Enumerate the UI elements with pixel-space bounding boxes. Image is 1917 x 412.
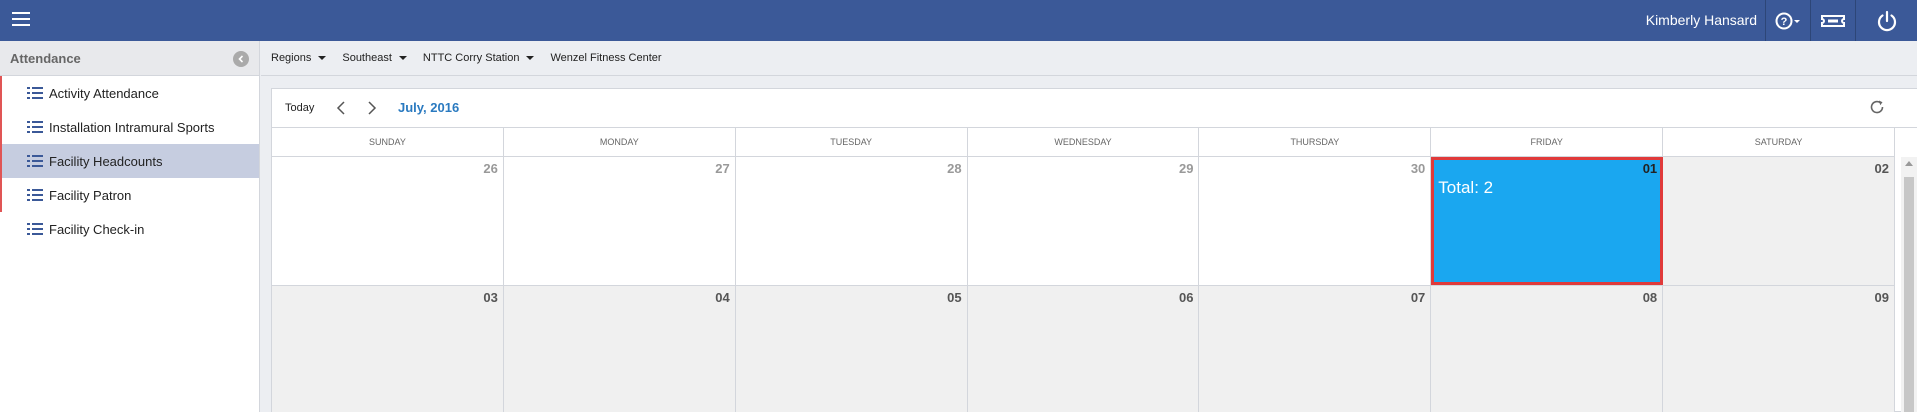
calendar-day[interactable]: 04 [503, 286, 736, 412]
list-icon [27, 223, 43, 235]
chevron-left-icon [238, 55, 244, 63]
breadcrumb-label: Regions [271, 52, 312, 64]
dow-thursday: THURSDAY [1199, 128, 1432, 157]
day-number: 05 [947, 290, 962, 305]
today-button[interactable]: Today [285, 102, 314, 114]
collapse-sidebar-button[interactable] [233, 51, 249, 67]
sidebar-item-label: Facility Check-in [49, 221, 145, 237]
breadcrumb-nttc-corry-station[interactable]: NTTC Corry Station [423, 52, 535, 64]
calendar-toolbar: Today July, 2016 [272, 89, 1917, 128]
sidebar-item-label: Facility Headcounts [49, 153, 163, 169]
sidebar-item-facility-headcounts[interactable]: Facility Headcounts [0, 144, 259, 178]
chevron-right-icon[interactable] [364, 100, 378, 116]
calendar-week: 03 04 05 06 07 08 09 [272, 286, 1896, 412]
list-icon [27, 87, 43, 99]
day-number: 02 [1874, 161, 1890, 176]
dow-friday: FRIDAY [1431, 128, 1664, 157]
menu-icon[interactable] [12, 12, 30, 27]
ticket-button[interactable] [1811, 0, 1855, 41]
caret-down-icon [318, 56, 327, 60]
calendar-day[interactable]: 08 [1431, 286, 1664, 412]
refresh-icon[interactable] [1869, 99, 1885, 115]
sidebar-nav: Activity Attendance Installation Intramu… [0, 76, 259, 246]
day-number: 27 [715, 161, 730, 176]
vertical-scrollbar[interactable] [1901, 157, 1917, 412]
calendar-panel: Today July, 2016 SUNDAY MONDAY TUESDAY W… [271, 88, 1917, 412]
logout-button[interactable] [1856, 0, 1917, 41]
day-number: 30 [1410, 161, 1426, 176]
day-number: 26 [483, 161, 498, 176]
scroll-up-icon[interactable] [1905, 161, 1913, 166]
day-number: 03 [483, 290, 498, 305]
sidebar-item-installation-intramural-sports[interactable]: Installation Intramural Sports [0, 110, 259, 144]
chevron-left-icon[interactable] [335, 100, 349, 116]
sidebar-item-activity-attendance[interactable]: Activity Attendance [0, 76, 259, 110]
scrollbar-thumb[interactable] [1904, 177, 1914, 412]
calendar-day-selected[interactable]: 01 Total: 2 [1431, 157, 1664, 285]
ticket-icon [1821, 14, 1845, 27]
dow-sunday: SUNDAY [272, 128, 504, 157]
calendar-week: 26 27 28 29 30 01 Total: 2 02 [272, 157, 1896, 286]
user-name[interactable]: Kimberly Hansard [1646, 0, 1757, 41]
month-label: July, 2016 [398, 100, 460, 115]
sidebar-item-label: Facility Patron [49, 187, 132, 203]
caret-down-icon [398, 56, 407, 60]
dow-tuesday: TUESDAY [736, 128, 968, 157]
breadcrumb-wenzel-fitness-center[interactable]: Wenzel Fitness Center [550, 52, 661, 64]
list-icon [27, 155, 43, 167]
calendar-day[interactable]: 27 [503, 157, 736, 285]
breadcrumb-southeast[interactable]: Southeast [342, 52, 407, 64]
dow-wednesday: WEDNESDAY [968, 128, 1200, 157]
sidebar-header: Attendance [0, 41, 259, 76]
breadcrumb: Regions Southeast NTTC Corry Station Wen… [261, 41, 1917, 76]
sidebar: Attendance Activity Attendance Installat… [0, 41, 260, 412]
help-icon: ? [1775, 12, 1800, 29]
day-number: 08 [1642, 290, 1658, 305]
calendar-day[interactable]: 30 [1199, 157, 1432, 285]
day-of-week-header: SUNDAY MONDAY TUESDAY WEDNESDAY THURSDAY… [272, 128, 1896, 157]
sidebar-item-label: Activity Attendance [49, 85, 159, 101]
headcount-total: Total: 2 [1438, 178, 1494, 197]
day-number: 04 [715, 290, 730, 305]
top-bar: Kimberly Hansard ? [0, 0, 1917, 41]
day-number: 09 [1874, 290, 1890, 305]
calendar-day[interactable]: 06 [967, 286, 1200, 412]
sidebar-item-facility-check-in[interactable]: Facility Check-in [0, 212, 259, 246]
breadcrumb-label: Wenzel Fitness Center [550, 52, 662, 64]
breadcrumb-label: NTTC Corry Station [422, 52, 520, 64]
calendar-day[interactable]: 09 [1663, 286, 1896, 412]
caret-down-icon [526, 56, 535, 60]
calendar-day[interactable]: 05 [735, 286, 968, 412]
day-number: 06 [1178, 290, 1194, 305]
dow-monday: MONDAY [504, 128, 736, 157]
breadcrumb-regions[interactable]: Regions [271, 52, 327, 64]
list-icon [27, 189, 43, 201]
calendar-grid: 26 27 28 29 30 01 Total: 2 02 03 04 05 0… [272, 157, 1896, 412]
power-icon [1877, 10, 1896, 31]
help-menu-button[interactable]: ? [1766, 0, 1810, 41]
calendar-day[interactable]: 07 [1199, 286, 1432, 412]
calendar-day[interactable]: 29 [967, 157, 1200, 285]
calendar-day[interactable]: 28 [735, 157, 968, 285]
sidebar-item-label: Installation Intramural Sports [49, 119, 215, 135]
day-number: 28 [947, 161, 962, 176]
breadcrumb-label: Southeast [342, 52, 392, 64]
sidebar-title: Attendance [10, 50, 81, 66]
svg-text:?: ? [1781, 16, 1788, 28]
dow-saturday: SATURDAY [1663, 128, 1896, 157]
sidebar-item-facility-patron[interactable]: Facility Patron [0, 178, 259, 212]
day-number: 29 [1178, 161, 1194, 176]
list-icon [27, 121, 43, 133]
calendar-day[interactable]: 03 [272, 286, 504, 412]
day-number: 01 [1642, 161, 1658, 176]
calendar-day[interactable]: 02 [1663, 157, 1896, 285]
calendar-day[interactable]: 26 [272, 157, 504, 285]
day-number: 07 [1410, 290, 1426, 305]
